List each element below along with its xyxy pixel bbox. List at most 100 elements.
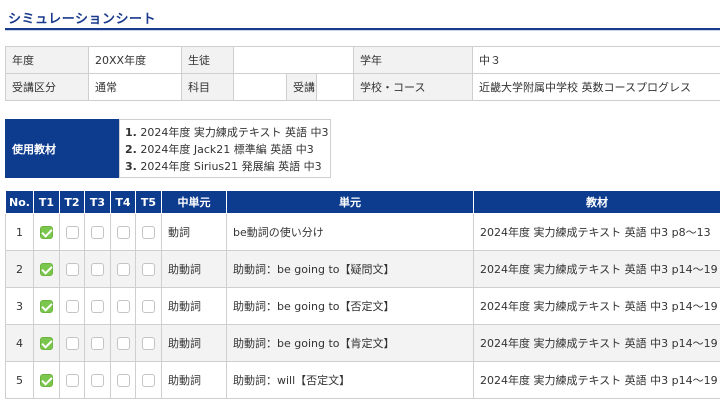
row-number: 1	[5, 213, 34, 251]
t2-cell	[59, 361, 85, 399]
t2-cell	[59, 287, 85, 325]
enroll-value	[315, 73, 355, 101]
t5-checkbox[interactable]	[142, 373, 155, 387]
materials-label: 使用教材	[5, 119, 119, 178]
tangen-cell: 助動詞：be going to【否定文】	[226, 287, 474, 325]
header-t1: T1	[33, 190, 60, 214]
t1-checkbox[interactable]	[40, 299, 53, 313]
category-value: 通常	[88, 73, 182, 101]
year-label: 年度	[5, 46, 89, 74]
t2-checkbox[interactable]	[65, 262, 79, 276]
t4-cell	[110, 361, 136, 399]
kyozai-cell: 2024年度 実力練成テキスト 英語 中3 p14～19	[473, 250, 720, 288]
t1-checkbox[interactable]	[40, 336, 53, 350]
t5-cell	[135, 287, 162, 325]
materials-item: 3. 2024年度 Sirius21 発展編 英語 中3	[125, 158, 325, 175]
tangen-cell: be動詞の使い分け	[226, 213, 474, 251]
t3-cell	[84, 250, 111, 288]
kyozai-cell: 2024年度 実力練成テキスト 英語 中3 p8～13	[473, 213, 720, 251]
header-t4: T4	[110, 190, 136, 214]
t5-checkbox[interactable]	[142, 225, 155, 239]
t5-checkbox[interactable]	[142, 262, 155, 276]
t4-cell	[110, 324, 136, 362]
header-no: No.	[5, 190, 34, 214]
school-label: 学校・コース	[353, 73, 474, 101]
units-body: 1 動詞 be動詞の使い分け 2024年度 実力練成テキスト 英語 中3 p8～13 2…	[5, 213, 720, 399]
header-tangen: 単元	[226, 190, 474, 214]
tangen-cell: 助動詞：be going to【肯定文】	[226, 324, 474, 362]
t1-checkbox[interactable]	[40, 373, 53, 387]
student-label: 生徒	[181, 46, 234, 74]
chutan-cell: 助動詞	[161, 361, 227, 399]
info-row: 受講区分 通常 科目 受講 学校・コース 近畿大学附属中学校 英数コースプログレ…	[5, 73, 720, 101]
table-row: 1 動詞 be動詞の使い分け 2024年度 実力練成テキスト 英語 中3 p8～13	[5, 213, 720, 251]
category-label: 受講区分	[5, 73, 89, 101]
t3-checkbox[interactable]	[91, 373, 104, 387]
tangen-cell: 助動詞：be going to【疑問文】	[226, 250, 474, 288]
t1-cell	[33, 361, 60, 399]
t4-checkbox[interactable]	[116, 262, 130, 276]
t4-cell	[110, 213, 136, 251]
t1-cell	[33, 287, 60, 325]
kyozai-cell: 2024年度 実力練成テキスト 英語 中3 p14～19	[473, 361, 720, 399]
t3-checkbox[interactable]	[91, 336, 104, 350]
t1-checkbox[interactable]	[40, 225, 53, 239]
materials-list: 1. 2024年度 実力練成テキスト 英語 中3 2. 2024年度 Jack2…	[119, 119, 331, 178]
t1-cell	[33, 324, 60, 362]
year-value: 20XX年度	[88, 46, 182, 74]
t4-checkbox[interactable]	[116, 225, 130, 239]
t3-checkbox[interactable]	[91, 299, 104, 313]
table-row: 3 助動詞 助動詞：be going to【否定文】 2024年度 実力練成テキスト …	[5, 287, 720, 325]
materials-item-number: 3.	[125, 160, 137, 173]
t2-checkbox[interactable]	[65, 299, 79, 313]
info-row: 年度 20XX年度 生徒 学年 中３	[5, 46, 720, 74]
materials-item-text: 2024年度 Sirius21 発展編 英語 中3	[140, 160, 322, 173]
t2-cell	[59, 250, 85, 288]
units-header-row: No. T1 T2 T3 T4 T5 中単元 単元 教材	[5, 190, 720, 214]
materials-item-text: 2024年度 実力練成テキスト 英語 中3	[140, 126, 329, 139]
grade-label: 学年	[353, 46, 474, 74]
kyozai-cell: 2024年度 実力練成テキスト 英語 中3 p14～19	[473, 324, 720, 362]
t5-checkbox[interactable]	[142, 336, 155, 350]
t2-checkbox[interactable]	[65, 225, 79, 239]
t2-checkbox[interactable]	[65, 336, 79, 350]
t4-checkbox[interactable]	[116, 299, 130, 313]
t5-cell	[135, 213, 162, 251]
t3-checkbox[interactable]	[91, 225, 104, 239]
chutan-cell: 助動詞	[161, 287, 227, 325]
table-row: 2 助動詞 助動詞：be going to【疑問文】 2024年度 実力練成テキスト …	[5, 250, 720, 288]
student-info-table: 年度 20XX年度 生徒 学年 中３ 受講区分 通常 科目 受講 学校・コース …	[5, 46, 720, 101]
row-number: 5	[5, 361, 34, 399]
chutan-cell: 助動詞	[161, 324, 227, 362]
materials-item: 2. 2024年度 Jack21 標準編 英語 中3	[125, 141, 325, 158]
materials-item-text: 2024年度 Jack21 標準編 英語 中3	[140, 143, 314, 156]
t4-cell	[110, 250, 136, 288]
t1-cell	[33, 213, 60, 251]
t5-checkbox[interactable]	[142, 299, 155, 313]
row-number: 3	[5, 287, 34, 325]
t3-cell	[84, 324, 111, 362]
t1-checkbox[interactable]	[40, 262, 53, 276]
t4-checkbox[interactable]	[116, 336, 130, 350]
grade-value: 中３	[472, 46, 720, 74]
t4-cell	[110, 287, 136, 325]
chutan-cell: 動詞	[161, 213, 227, 251]
t5-cell	[135, 250, 162, 288]
student-value	[232, 46, 355, 74]
t3-cell	[84, 287, 111, 325]
t3-cell	[84, 213, 111, 251]
t2-checkbox[interactable]	[65, 373, 79, 387]
t2-cell	[59, 213, 85, 251]
kyozai-cell: 2024年度 実力練成テキスト 英語 中3 p14～19	[473, 287, 720, 325]
chutan-cell: 助動詞	[161, 250, 227, 288]
materials-item-number: 1.	[125, 126, 137, 139]
t1-cell	[33, 250, 60, 288]
tangen-cell: 助動詞：will【否定文】	[226, 361, 474, 399]
t4-checkbox[interactable]	[116, 373, 130, 387]
header-kyozai: 教材	[473, 190, 720, 214]
header-chutan: 中単元	[161, 190, 227, 214]
row-number: 4	[5, 324, 34, 362]
t3-checkbox[interactable]	[91, 262, 104, 276]
row-number: 2	[5, 250, 34, 288]
title-divider	[5, 28, 720, 31]
